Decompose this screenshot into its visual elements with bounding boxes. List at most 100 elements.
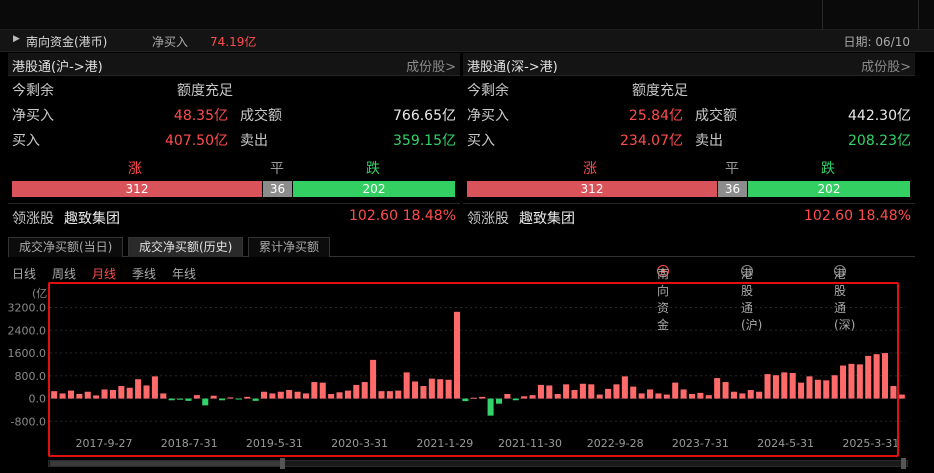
bar-mark[interactable] — [336, 392, 343, 399]
leader-row[interactable]: 领涨股 趣致集团 102.60 18.48% — [8, 203, 460, 227]
bar-mark[interactable] — [613, 384, 620, 399]
bar-mark[interactable] — [302, 393, 309, 399]
bar-mark[interactable] — [470, 397, 477, 399]
period-week[interactable]: 周线 — [52, 265, 76, 282]
bar-mark[interactable] — [202, 398, 209, 406]
bar-mark[interactable] — [714, 378, 721, 399]
bar-mark[interactable] — [605, 388, 612, 399]
bar-mark[interactable] — [781, 372, 788, 399]
collapse-triangle-icon[interactable]: ▶ — [13, 34, 20, 44]
bar-mark[interactable] — [101, 389, 108, 399]
bar-mark[interactable] — [51, 391, 58, 399]
bar-mark[interactable] — [697, 392, 704, 399]
bar-mark[interactable] — [462, 398, 469, 402]
bar-mark[interactable] — [487, 398, 494, 416]
bar-mark[interactable] — [739, 393, 746, 399]
leader-name[interactable]: 趣致集团 — [64, 208, 120, 228]
bar-mark[interactable] — [571, 390, 578, 399]
bar-mark[interactable] — [395, 390, 402, 399]
bar-mark[interactable] — [638, 393, 645, 399]
bar-mark[interactable] — [579, 383, 586, 399]
bar-mark[interactable] — [84, 391, 91, 399]
bar-mark[interactable] — [554, 394, 561, 399]
bar-mark[interactable] — [93, 395, 100, 399]
bar-mark[interactable] — [269, 393, 276, 399]
bar-mark[interactable] — [647, 389, 654, 399]
leader-row[interactable]: 领涨股 趣致集团 102.60 18.48% — [463, 203, 915, 227]
bar-mark[interactable] — [630, 386, 637, 399]
bar-mark[interactable] — [722, 382, 729, 399]
bar-mark[interactable] — [873, 354, 880, 399]
bar-mark[interactable] — [495, 398, 502, 404]
bar-mark[interactable] — [227, 397, 234, 399]
bar-mark[interactable] — [210, 395, 217, 399]
bar-mark[interactable] — [177, 398, 184, 400]
bar-mark[interactable] — [151, 376, 158, 399]
bar-mark[interactable] — [756, 391, 763, 399]
bar-mark[interactable] — [370, 359, 377, 399]
bar-mark[interactable] — [823, 380, 830, 399]
bar-mark[interactable] — [798, 382, 805, 399]
bar-mark[interactable] — [789, 372, 796, 399]
bar-mark[interactable] — [898, 394, 905, 399]
bar-mark[interactable] — [672, 382, 679, 399]
bar-mark[interactable] — [688, 394, 696, 399]
period-quarter[interactable]: 季线 — [132, 265, 156, 282]
bar-mark[interactable] — [135, 379, 142, 399]
bar-mark[interactable] — [118, 386, 125, 399]
bar-mark[interactable] — [193, 395, 200, 399]
tab-daily-net-buy[interactable]: 成交净买额(当日) — [8, 237, 124, 257]
bar-mark[interactable] — [705, 395, 712, 399]
bar-mark[interactable] — [143, 385, 150, 399]
bar-mark[interactable] — [848, 363, 855, 399]
bar-mark[interactable] — [59, 393, 66, 399]
bar-mark[interactable] — [512, 398, 519, 401]
chart-range-scrollbar[interactable] — [48, 456, 908, 470]
range-handle-left[interactable] — [280, 458, 285, 469]
tab-history-net-buy[interactable]: 成交净买额(历史) — [128, 237, 244, 257]
bar-mark[interactable] — [403, 372, 410, 399]
period-year[interactable]: 年线 — [172, 265, 196, 282]
bar-mark[interactable] — [260, 391, 268, 399]
bar-mark[interactable] — [680, 389, 687, 399]
bar-mark[interactable] — [445, 379, 452, 399]
bar-mark[interactable] — [328, 394, 335, 399]
bar-mark[interactable] — [882, 353, 889, 399]
bar-mark[interactable] — [353, 384, 360, 399]
bar-mark[interactable] — [764, 374, 771, 399]
bar-mark[interactable] — [806, 376, 813, 399]
bar-mark[interactable] — [160, 393, 167, 399]
period-day[interactable]: 日线 — [12, 265, 36, 282]
bar-mark[interactable] — [831, 375, 838, 399]
bar-mark[interactable] — [286, 390, 293, 399]
net-buy-history-chart[interactable]: (亿 3200.0 2400.0 1600.0 800.0 0.0 -800.0 2017… — [0, 283, 934, 453]
bar-mark[interactable] — [772, 375, 779, 399]
bar-mark[interactable] — [563, 384, 570, 399]
bar-mark[interactable] — [730, 391, 737, 399]
scrollbar-thumb[interactable] — [50, 461, 282, 466]
bar-mark[interactable] — [311, 382, 318, 399]
bar-mark[interactable] — [546, 385, 553, 399]
bar-mark[interactable] — [537, 384, 544, 399]
range-handle-right[interactable] — [901, 458, 906, 469]
bar-mark[interactable] — [428, 378, 435, 399]
bar-mark[interactable] — [890, 386, 897, 399]
period-month[interactable]: 月线 — [92, 265, 116, 282]
bar-mark[interactable] — [168, 398, 175, 401]
bar-mark[interactable] — [865, 355, 872, 399]
bar-mark[interactable] — [319, 382, 326, 399]
bar-mark[interactable] — [361, 382, 368, 399]
bar-mark[interactable] — [219, 398, 226, 401]
bar-mark[interactable] — [454, 311, 461, 399]
bar-mark[interactable] — [412, 381, 419, 399]
bar-mark[interactable] — [277, 391, 284, 399]
bar-mark[interactable] — [588, 384, 595, 399]
bar-mark[interactable] — [185, 398, 192, 401]
bar-mark[interactable] — [814, 379, 821, 399]
bar-mark[interactable] — [437, 379, 444, 399]
bar-mark[interactable] — [840, 365, 847, 399]
bar-mark[interactable] — [521, 396, 528, 399]
bar-mark[interactable] — [126, 387, 133, 399]
bar-mark[interactable] — [479, 396, 486, 399]
bar-mark[interactable] — [596, 394, 603, 399]
